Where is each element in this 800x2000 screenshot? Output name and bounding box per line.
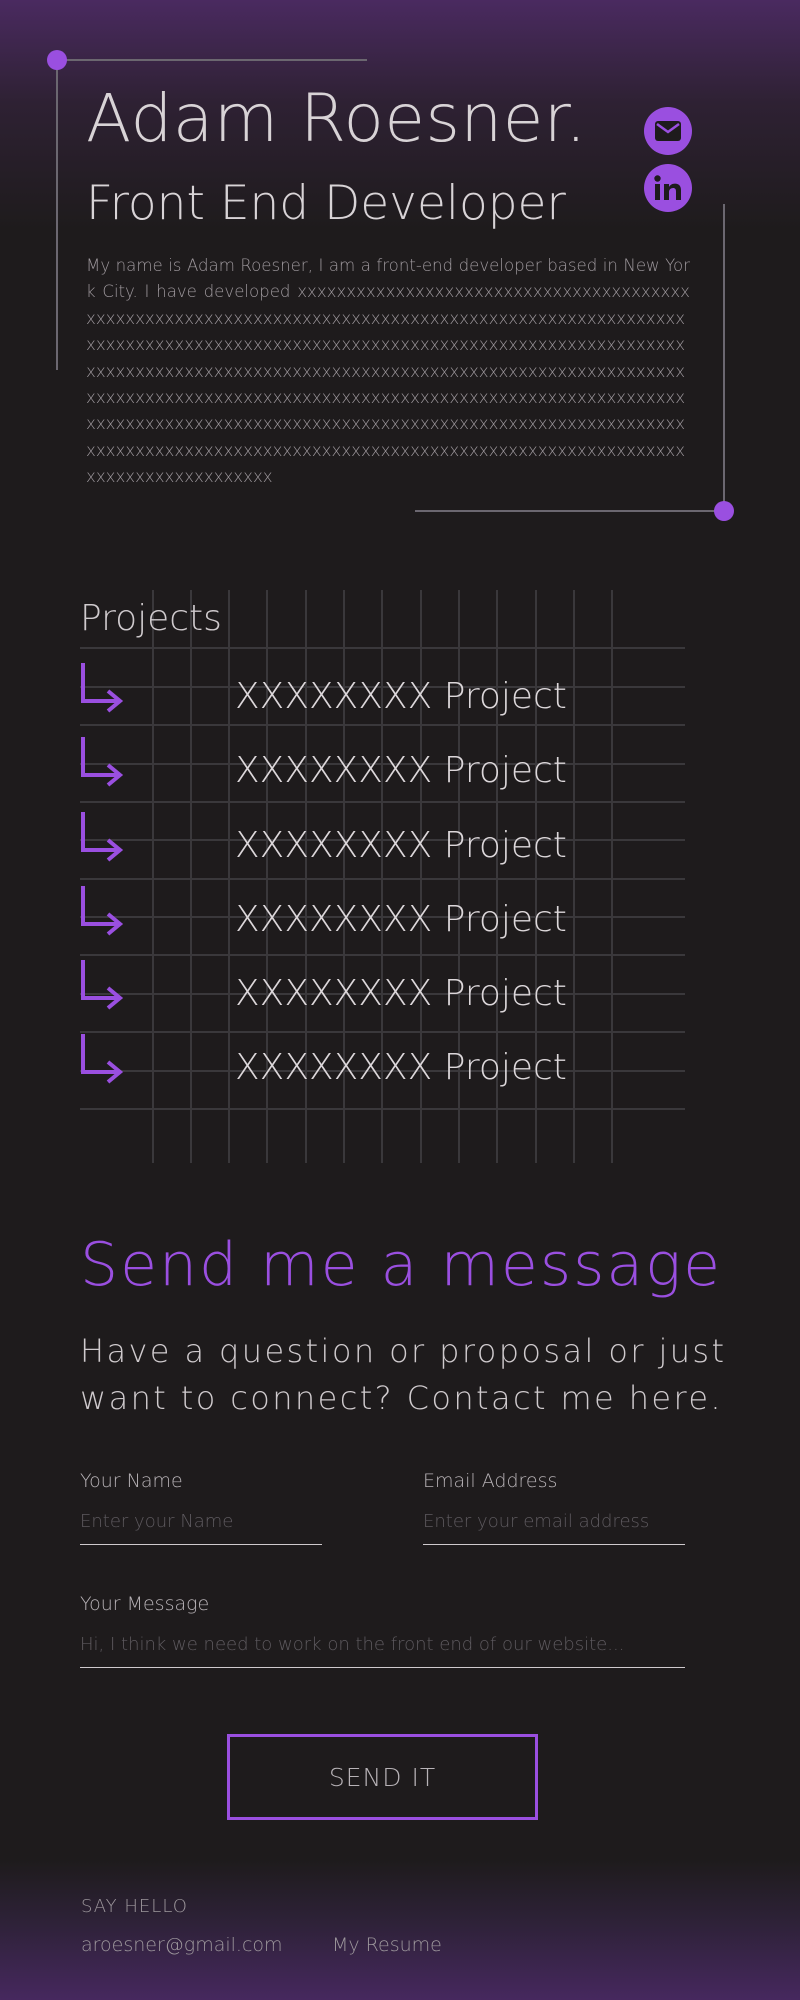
arrow-icon xyxy=(81,1034,124,1084)
arrow-icon xyxy=(81,737,124,787)
footer-gradient xyxy=(0,1860,800,2000)
project-item[interactable]: XXXXXXXX Project xyxy=(80,737,685,797)
footer-resume-link[interactable]: My Resume xyxy=(332,1934,442,1956)
project-item[interactable]: XXXXXXXX Project xyxy=(80,960,685,1020)
arrow-icon xyxy=(81,960,124,1010)
projects-title: Projects xyxy=(80,598,222,639)
frame-line-right xyxy=(723,204,725,512)
frame-dot-top-left xyxy=(47,50,67,70)
grid-line xyxy=(80,878,685,880)
email-field[interactable] xyxy=(423,1509,685,1545)
grid-line xyxy=(80,1031,685,1033)
arrow-icon xyxy=(81,812,124,862)
grid-line xyxy=(80,724,685,726)
name-label: Your Name xyxy=(80,1470,183,1492)
project-item[interactable]: XXXXXXXX Project xyxy=(80,886,685,946)
frame-dot-bottom-right xyxy=(714,501,734,521)
linkedin-icon xyxy=(654,175,681,200)
arrow-icon xyxy=(81,886,124,936)
email-link[interactable] xyxy=(644,107,692,155)
name-field[interactable] xyxy=(80,1509,322,1545)
grid-line xyxy=(80,1108,685,1110)
contact-subtitle: Have a question or proposal or just want… xyxy=(80,1332,727,1417)
message-field[interactable] xyxy=(80,1632,685,1668)
project-label: XXXXXXXX Project xyxy=(235,676,567,717)
project-item[interactable]: XXXXXXXX Project xyxy=(80,663,685,723)
project-label: XXXXXXXX Project xyxy=(235,899,567,940)
project-label: XXXXXXXX Project xyxy=(235,825,567,866)
linkedin-link[interactable] xyxy=(644,164,692,212)
project-label: XXXXXXXX Project xyxy=(235,973,567,1014)
grid-line xyxy=(80,801,685,803)
contact-title: Send me a message xyxy=(80,1230,723,1300)
project-label: XXXXXXXX Project xyxy=(235,1047,567,1088)
footer-email-link[interactable]: aroesner@gmail.com xyxy=(81,1934,283,1956)
send-button[interactable]: SEND IT xyxy=(227,1734,538,1820)
mail-icon xyxy=(655,121,681,141)
project-label: XXXXXXXX Project xyxy=(235,750,567,791)
grid-line xyxy=(80,647,685,649)
arrow-icon xyxy=(81,663,124,713)
grid-line xyxy=(80,954,685,956)
email-label: Email Address xyxy=(423,1470,558,1492)
hero-role: Front End Developer xyxy=(86,176,566,231)
frame-line-left xyxy=(56,59,58,370)
project-item[interactable]: XXXXXXXX Project xyxy=(80,1034,685,1094)
hero-bio: My name is Adam Roesner, I am a front-en… xyxy=(86,256,690,487)
frame-line-bottom xyxy=(415,510,725,512)
hero-name: Adam Roesner. xyxy=(86,80,587,157)
project-item[interactable]: XXXXXXXX Project xyxy=(80,812,685,872)
frame-line-top xyxy=(57,59,367,61)
footer-label: SAY HELLO xyxy=(81,1896,188,1917)
message-label: Your Message xyxy=(80,1593,210,1615)
